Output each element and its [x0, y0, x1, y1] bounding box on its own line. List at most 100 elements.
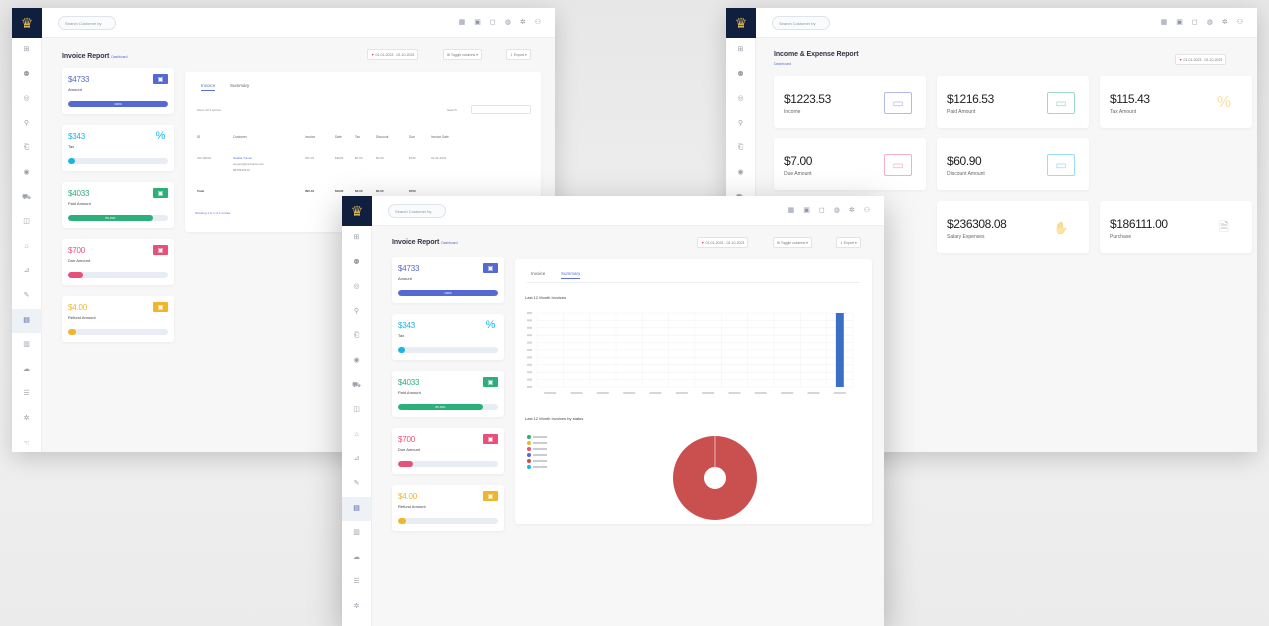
legend-swatch	[527, 447, 531, 451]
settings-icon[interactable]: ✲	[849, 206, 855, 216]
app-logo[interactable]: ♛	[342, 196, 372, 226]
bar-chart-icon[interactable]: ▥	[12, 333, 41, 358]
list-icon[interactable]: ☰	[12, 382, 41, 407]
search-input[interactable]: Search Customer by	[772, 16, 830, 30]
legend-item[interactable]	[527, 447, 547, 451]
globe-icon[interactable]: ◍	[505, 18, 511, 28]
app-logo[interactable]: ♛	[12, 8, 42, 38]
date-range-button[interactable]: ▼ 01-01-2023 - 02-10-2023	[1175, 54, 1227, 65]
tab-invoice[interactable]: Invoice	[201, 83, 216, 91]
export-button[interactable]: ⇩ Export ▾	[506, 49, 531, 60]
globe-icon[interactable]: ◍	[1207, 18, 1213, 28]
bank-icon[interactable]: ⌂	[342, 423, 371, 448]
dashboard-icon[interactable]: ⊞	[12, 38, 41, 63]
box-icon[interactable]: ◎	[342, 275, 371, 300]
calculator-icon[interactable]: ▣	[474, 18, 481, 28]
export-button[interactable]: ⇩ Export ▾	[836, 237, 861, 248]
date-range-button[interactable]: ▼ 01-01-2023 - 02-10-2023	[367, 49, 419, 60]
tab-invoice[interactable]: Invoice	[531, 271, 545, 276]
user-icon[interactable]: ⚉	[342, 251, 371, 276]
table-search-input[interactable]	[471, 105, 531, 114]
truck-icon[interactable]: ⛟	[342, 374, 371, 399]
stat-value: $4033	[68, 189, 90, 198]
crown-icon: ♛	[350, 203, 364, 219]
tag-icon[interactable]: ⚲	[12, 112, 41, 137]
toggle-columns-button[interactable]: ⊞ Toggle columns ▾	[773, 237, 812, 248]
table-cell[interactable]: Natalia Tuinen	[233, 156, 252, 160]
entries-control[interactable]: Show 10 ▾ entries	[197, 108, 221, 112]
dashboard-icon[interactable]: ⊞	[726, 38, 755, 63]
user-icon[interactable]: ⚇	[864, 206, 870, 216]
book-icon[interactable]: ◫	[342, 398, 371, 423]
column-header[interactable]: Date	[335, 135, 342, 139]
user-icon[interactable]: ⚇	[535, 18, 541, 28]
user-icon[interactable]: ⚇	[1237, 18, 1243, 28]
column-header[interactable]: Invoice	[305, 135, 315, 139]
legend-item[interactable]	[527, 465, 547, 469]
report-icon[interactable]: ▤	[342, 496, 371, 522]
search-input[interactable]: Search Customer by	[388, 204, 446, 218]
window-icon[interactable]: ◻	[490, 18, 496, 28]
date-range-button[interactable]: ▼ 01-01-2023 - 02-10-2023	[697, 237, 749, 248]
eye-icon[interactable]: ◉	[12, 161, 41, 186]
chart-icon[interactable]: ⊿	[12, 259, 41, 284]
column-header[interactable]: Due	[409, 135, 415, 139]
dashboard-icon[interactable]: ⊞	[342, 226, 371, 251]
settings-icon[interactable]: ✲	[12, 407, 41, 432]
legend-item[interactable]	[527, 459, 547, 463]
card-value: $7.00	[784, 154, 813, 168]
calculator-icon[interactable]: ▣	[1176, 18, 1183, 28]
legend-item[interactable]	[527, 435, 547, 439]
calculator-icon[interactable]: ▣	[803, 206, 810, 216]
tag-icon[interactable]: ⚲	[726, 112, 755, 137]
column-header[interactable]: Invoice Date	[431, 135, 449, 139]
cloud-icon[interactable]: ☁	[12, 358, 41, 383]
hand-icon[interactable]: ☜	[12, 432, 41, 453]
globe-icon[interactable]: ◍	[834, 206, 840, 216]
chart-icon[interactable]: ⊿	[342, 447, 371, 472]
report-icon[interactable]: ▤	[12, 308, 41, 334]
pen-icon[interactable]: ✎	[342, 472, 371, 497]
column-header[interactable]: ID	[197, 135, 200, 139]
tab-summary[interactable]: Summary	[230, 83, 249, 88]
grid-icon[interactable]: ▦	[788, 206, 795, 216]
file-icon[interactable]: ⎗	[726, 136, 755, 161]
grid-icon[interactable]: ▦	[459, 18, 466, 28]
legend-item[interactable]	[527, 441, 547, 445]
cloud-icon[interactable]: ☁	[342, 546, 371, 571]
bank-icon[interactable]: ⌂	[12, 235, 41, 260]
list-icon[interactable]: ☰	[342, 570, 371, 595]
breadcrumb[interactable]: Dashboard	[774, 62, 791, 66]
sidebar: ⊞ ⚉ ◎ ⚲ ⎗ ◉ ⛟ ◫ ⌂ ⊿ ✎ ▤ ▥ ☁ ☰ ✲ ☜	[12, 38, 42, 452]
truck-icon[interactable]: ⛟	[12, 186, 41, 211]
column-header[interactable]: Discount	[376, 135, 388, 139]
legend-swatch	[527, 465, 531, 469]
window-icon[interactable]: ◻	[819, 206, 825, 216]
user-icon[interactable]: ⚉	[12, 63, 41, 88]
window-icon[interactable]: ◻	[1192, 18, 1198, 28]
eye-icon[interactable]: ◉	[726, 161, 755, 186]
column-header[interactable]: Tax	[355, 135, 360, 139]
settings-icon[interactable]: ✲	[520, 18, 526, 28]
book-icon[interactable]: ◫	[12, 210, 41, 235]
search-input[interactable]: Search Customer by	[58, 16, 116, 30]
file-icon[interactable]: ⎗	[342, 324, 371, 349]
page-title: Income & Expense Report	[774, 51, 859, 58]
pen-icon[interactable]: ✎	[12, 284, 41, 309]
legend-item[interactable]	[527, 453, 547, 457]
box-icon[interactable]: ◎	[12, 87, 41, 112]
eye-icon[interactable]: ◉	[342, 349, 371, 374]
file-icon[interactable]: ⎗	[12, 136, 41, 161]
grid-icon[interactable]: ▦	[1161, 18, 1168, 28]
bar-chart-icon[interactable]: ▥	[342, 521, 371, 546]
box-icon[interactable]: ◎	[726, 87, 755, 112]
column-header[interactable]: Customer	[233, 135, 247, 139]
settings-icon[interactable]: ✲	[1222, 18, 1228, 28]
legend-text	[533, 460, 547, 462]
user-icon[interactable]: ⚉	[726, 63, 755, 88]
tab-summary[interactable]: Summary	[561, 271, 581, 279]
tag-icon[interactable]: ⚲	[342, 300, 371, 325]
app-logo[interactable]: ♛	[726, 8, 756, 38]
settings-icon[interactable]: ✲	[342, 595, 371, 620]
toggle-columns-button[interactable]: ⊞ Toggle columns ▾	[443, 49, 482, 60]
